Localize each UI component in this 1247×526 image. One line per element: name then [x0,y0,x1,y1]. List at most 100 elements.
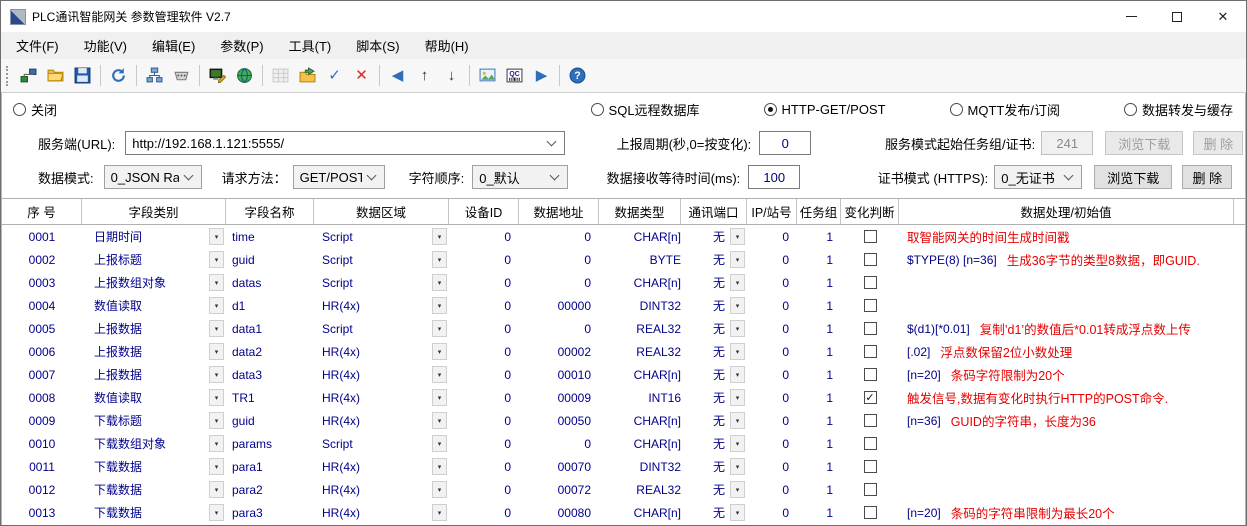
cell-address[interactable]: 00050 [519,409,599,432]
apply-icon[interactable]: ✓ [322,63,347,88]
cell-station[interactable]: 0 [747,294,797,317]
cell-station[interactable]: 0 [747,386,797,409]
cell-group[interactable]: 1 [797,225,841,248]
cell-process[interactable]: $TYPE(8) [n=36]生成36字节的类型8数据，即GUID. [899,248,1234,271]
toolbar-grip-handle[interactable] [6,66,10,86]
cell-process[interactable]: [n=20]条码字符限制为20个 [899,363,1234,386]
change-detect-checkbox[interactable] [864,437,877,450]
cell-changed[interactable] [841,501,899,524]
cell-address[interactable]: 0 [519,317,599,340]
move-left-icon[interactable]: ◀ [385,63,410,88]
cell-dtype[interactable]: CHAR[n] [599,501,681,524]
cell-area[interactable]: Script▾ [314,225,449,248]
cell-address[interactable]: 00002 [519,340,599,363]
cell-field[interactable]: data3 [226,363,314,386]
port-dropdown-button[interactable]: ▾ [730,412,745,429]
cell-area[interactable]: HR(4x)▾ [314,386,449,409]
menu-item-0[interactable]: 文件(F) [7,32,68,59]
cell-seq[interactable]: 0011 [2,455,82,478]
cell-port[interactable]: 无▾ [681,478,747,501]
category-dropdown-button[interactable]: ▾ [209,251,224,268]
cell-area[interactable]: HR(4x)▾ [314,294,449,317]
cell-group[interactable]: 1 [797,248,841,271]
cell-station[interactable]: 0 [747,340,797,363]
cell-process[interactable] [899,294,1234,317]
cell-category[interactable]: 日期时间▾ [82,225,226,248]
cell-group[interactable]: 1 [797,340,841,363]
change-detect-checkbox[interactable] [864,506,877,519]
cell-port[interactable]: 无▾ [681,317,747,340]
port-dropdown-button[interactable]: ▾ [730,389,745,406]
cell-address[interactable]: 00072 [519,478,599,501]
cell-device_id[interactable]: 0 [449,432,519,455]
qc-barcode-icon[interactable]: QC [502,63,527,88]
cell-field[interactable]: para2 [226,478,314,501]
cell-address[interactable]: 00070 [519,455,599,478]
cell-category[interactable]: 上报数据▾ [82,340,226,363]
move-down-icon[interactable]: ↓ [439,63,464,88]
area-dropdown-button[interactable]: ▾ [432,297,447,314]
cell-address[interactable]: 0 [519,248,599,271]
cell-category[interactable]: 下载数据▾ [82,478,226,501]
change-detect-checkbox[interactable] [864,276,877,289]
cell-port[interactable]: 无▾ [681,225,747,248]
cell-address[interactable]: 00000 [519,294,599,317]
cell-station[interactable]: 0 [747,409,797,432]
cell-area[interactable]: Script▾ [314,432,449,455]
request-method-combobox[interactable]: GET/POST [293,165,385,189]
cert-mode-combobox[interactable]: 0_无证书 [994,165,1082,189]
port-dropdown-button[interactable]: ▾ [730,458,745,475]
cell-dtype[interactable]: CHAR[n] [599,363,681,386]
port-dropdown-button[interactable]: ▾ [730,504,745,521]
port-dropdown-button[interactable]: ▾ [730,366,745,383]
connect-icon[interactable] [16,63,41,88]
serial-port-icon[interactable] [169,63,194,88]
cell-process[interactable]: 取智能网关的时间生成时间戳 [899,225,1234,248]
cell-seq[interactable]: 0005 [2,317,82,340]
cell-device_id[interactable]: 0 [449,248,519,271]
menu-item-4[interactable]: 工具(T) [280,32,341,59]
cell-changed[interactable] [841,225,899,248]
mode-radio-2[interactable]: MQTT发布/订阅 [950,100,1060,119]
cell-port[interactable]: 无▾ [681,248,747,271]
cell-area[interactable]: Script▾ [314,248,449,271]
change-detect-checkbox[interactable] [864,345,877,358]
cell-station[interactable]: 0 [747,225,797,248]
port-dropdown-button[interactable]: ▾ [730,251,745,268]
image-icon[interactable] [475,63,500,88]
cell-category[interactable]: 上报数组对象▾ [82,271,226,294]
port-dropdown-button[interactable]: ▾ [730,481,745,498]
cell-process[interactable]: 触发信号,数据有变化时执行HTTP的POST命令. [899,386,1234,409]
cell-area[interactable]: HR(4x)▾ [314,409,449,432]
cell-address[interactable]: 00009 [519,386,599,409]
cell-changed[interactable] [841,248,899,271]
cell-dtype[interactable]: INT16 [599,386,681,409]
cell-category[interactable]: 下载标题▾ [82,409,226,432]
cell-device_id[interactable]: 0 [449,225,519,248]
cell-field[interactable]: time [226,225,314,248]
cell-area[interactable]: Script▾ [314,271,449,294]
move-up-icon[interactable]: ↑ [412,63,437,88]
cell-station[interactable]: 0 [747,478,797,501]
cell-address[interactable]: 0 [519,432,599,455]
cell-device_id[interactable]: 0 [449,501,519,524]
cell-group[interactable]: 1 [797,271,841,294]
cell-station[interactable]: 0 [747,248,797,271]
cell-field[interactable]: para1 [226,455,314,478]
category-dropdown-button[interactable]: ▾ [209,389,224,406]
cell-group[interactable]: 1 [797,501,841,524]
web-publish-icon[interactable] [232,63,257,88]
cell-dtype[interactable]: CHAR[n] [599,432,681,455]
cell-area[interactable]: HR(4x)▾ [314,501,449,524]
cell-station[interactable]: 0 [747,317,797,340]
char-order-combobox[interactable]: 0_默认 [472,165,568,189]
cell-changed[interactable] [841,294,899,317]
cell-seq[interactable]: 0008 [2,386,82,409]
category-dropdown-button[interactable]: ▾ [209,366,224,383]
cell-changed[interactable]: ✓ [841,386,899,409]
cell-changed[interactable] [841,317,899,340]
cell-dtype[interactable]: BYTE [599,248,681,271]
cell-device_id[interactable]: 0 [449,363,519,386]
mode-radio-3[interactable]: 数据转发与缓存 [1124,100,1233,119]
category-dropdown-button[interactable]: ▾ [209,458,224,475]
